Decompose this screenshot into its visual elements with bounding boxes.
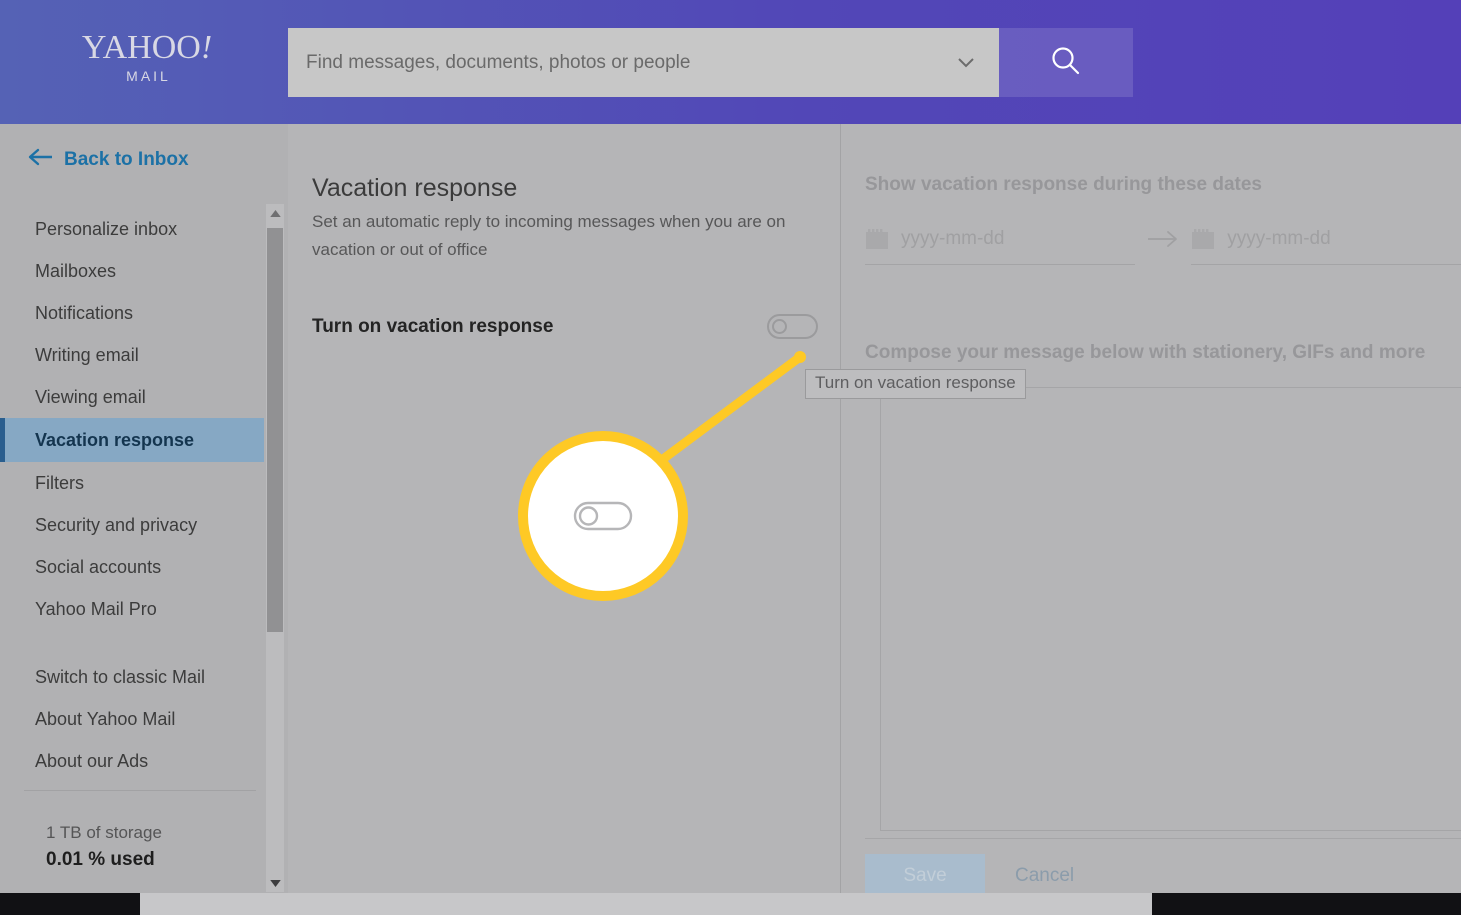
horizontal-scrollbar-track-left[interactable] xyxy=(0,893,140,915)
compose-message-editor[interactable] xyxy=(880,387,1461,831)
nav-spacer xyxy=(0,630,264,656)
end-date-placeholder: yyyy-mm-dd xyxy=(1227,228,1330,250)
toggle-switch-off-icon xyxy=(573,498,633,534)
end-date-field[interactable]: yyyy-mm-dd xyxy=(1191,228,1461,265)
logo-wordmark: YAHOO! xyxy=(72,30,222,66)
triangle-up-icon[interactable] xyxy=(266,204,284,222)
toggle-tooltip: Turn on vacation response xyxy=(805,369,1026,399)
arrow-right-icon xyxy=(1135,228,1192,248)
back-to-inbox-link[interactable]: Back to Inbox xyxy=(28,148,189,172)
sidebar-item-label: About Yahoo Mail xyxy=(35,709,175,730)
sidebar-item-social-accounts[interactable]: Social accounts xyxy=(0,546,264,588)
vacation-response-toggle[interactable] xyxy=(767,314,818,339)
chevron-down-icon[interactable] xyxy=(955,52,977,74)
sidebar-item-label: Personalize inbox xyxy=(35,219,177,240)
sidebar-divider xyxy=(24,790,256,791)
page-title: Vacation response xyxy=(312,174,517,203)
sidebar-item-viewing-email[interactable]: Viewing email xyxy=(0,376,264,418)
search-icon xyxy=(1049,44,1083,81)
horizontal-scrollbar-thumb[interactable] xyxy=(140,893,1152,915)
sidebar-item-label: Viewing email xyxy=(35,387,146,408)
horizontal-scrollbar[interactable] xyxy=(0,893,1461,915)
vacation-toggle-row: Turn on vacation response xyxy=(312,314,818,339)
save-button[interactable]: Save xyxy=(865,854,985,898)
sidebar-item-label: Notifications xyxy=(35,303,133,324)
start-date-placeholder: yyyy-mm-dd xyxy=(901,228,1004,250)
page-subtitle: Set an automatic reply to incoming messa… xyxy=(312,208,804,264)
sidebar-item-writing-email[interactable]: Writing email xyxy=(0,334,264,376)
sidebar-item-label: Social accounts xyxy=(35,557,161,578)
search-field[interactable] xyxy=(288,28,999,97)
compose-section-title: Compose your message below with statione… xyxy=(865,342,1425,364)
logo-mail-text: MAIL xyxy=(72,67,222,85)
storage-used-label: 0.01 % used xyxy=(46,846,162,874)
sidebar-item-switch-to-classic-mail[interactable]: Switch to classic Mail xyxy=(0,656,264,698)
storage-total-label: 1 TB of storage xyxy=(46,820,162,846)
sidebar-item-label: About our Ads xyxy=(35,751,148,772)
settings-nav: Personalize inbox Mailboxes Notification… xyxy=(0,208,264,782)
sidebar-item-label: Vacation response xyxy=(35,430,194,451)
date-range-row: yyyy-mm-dd yyyy-mm- xyxy=(865,228,1461,265)
start-date-field[interactable]: yyyy-mm-dd xyxy=(865,228,1135,265)
vacation-response-panel: Vacation response Set an automatic reply… xyxy=(288,124,840,893)
toggle-knob xyxy=(772,319,787,334)
sidebar-item-label: Writing email xyxy=(35,345,139,366)
sidebar-item-label: Mailboxes xyxy=(35,261,116,282)
sidebar-item-vacation-response[interactable]: Vacation response xyxy=(0,418,264,462)
search-bar xyxy=(288,28,1133,97)
arrow-left-icon xyxy=(28,148,54,172)
back-to-inbox-label: Back to Inbox xyxy=(64,149,189,171)
actions-divider xyxy=(865,838,1461,839)
sidebar-item-about-yahoo-mail[interactable]: About Yahoo Mail xyxy=(0,698,264,740)
logo-yahoo-text: YAHOO xyxy=(82,29,201,66)
yahoo-mail-logo[interactable]: YAHOO! MAIL xyxy=(72,30,222,85)
sidebar-item-label: Security and privacy xyxy=(35,515,197,536)
calendar-icon xyxy=(865,228,889,250)
sidebar-item-label: Yahoo Mail Pro xyxy=(35,599,157,620)
search-button[interactable] xyxy=(999,28,1133,97)
sidebar-item-notifications[interactable]: Notifications xyxy=(0,292,264,334)
search-input[interactable] xyxy=(288,28,936,97)
settings-sidebar: Back to Inbox Personalize inbox Mailboxe… xyxy=(0,124,288,893)
calendar-icon xyxy=(1191,228,1215,250)
form-actions: Save Cancel xyxy=(865,854,1084,898)
sidebar-item-label: Filters xyxy=(35,473,84,494)
sidebar-scrollbar-thumb[interactable] xyxy=(267,228,283,632)
storage-info: 1 TB of storage 0.01 % used xyxy=(46,820,162,874)
sidebar-item-filters[interactable]: Filters xyxy=(0,462,264,504)
vacation-toggle-label: Turn on vacation response xyxy=(312,316,553,338)
sidebar-scrollbar[interactable] xyxy=(266,204,284,892)
sidebar-item-security-and-privacy[interactable]: Security and privacy xyxy=(0,504,264,546)
app-header: YAHOO! MAIL xyxy=(0,0,1461,124)
yahoo-mail-settings-screen: YAHOO! MAIL xyxy=(0,0,1461,915)
sidebar-item-yahoo-mail-pro[interactable]: Yahoo Mail Pro xyxy=(0,588,264,630)
vacation-schedule-panel: Show vacation response during these date… xyxy=(841,124,1461,893)
sidebar-item-mailboxes[interactable]: Mailboxes xyxy=(0,250,264,292)
sidebar-item-personalize-inbox[interactable]: Personalize inbox xyxy=(0,208,264,250)
triangle-down-icon[interactable] xyxy=(266,874,284,892)
dates-section-title: Show vacation response during these date… xyxy=(865,174,1262,196)
logo-exclamation: ! xyxy=(201,29,212,66)
cancel-button[interactable]: Cancel xyxy=(1005,865,1084,887)
sidebar-item-label: Switch to classic Mail xyxy=(35,667,205,688)
sidebar-item-about-our-ads[interactable]: About our Ads xyxy=(0,740,264,782)
